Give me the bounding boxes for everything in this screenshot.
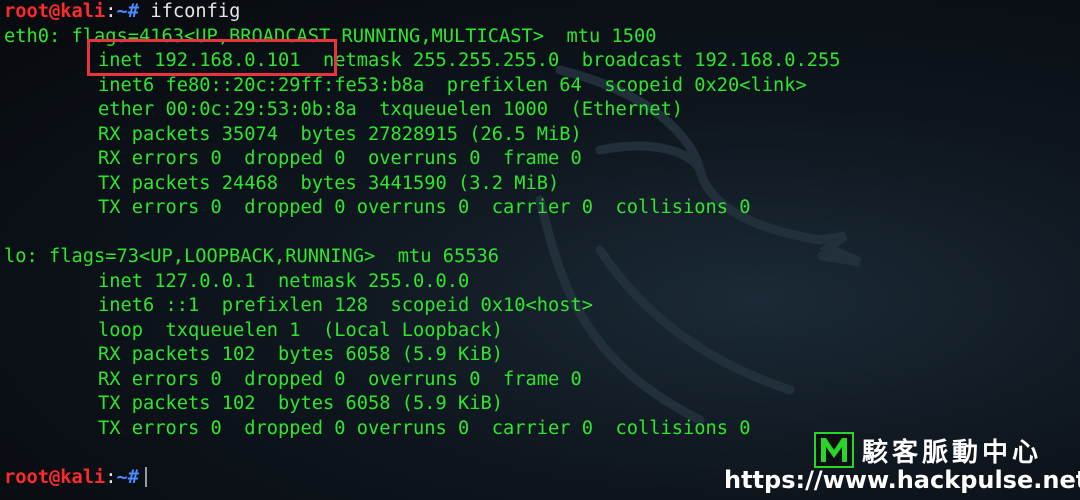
eth0-tx-errors-line: TX errors 0 dropped 0 overruns 0 carrier… xyxy=(98,197,751,218)
eth0-inet6-line: inet6 fe80::20c:29ff:fe53:b8a prefixlen … xyxy=(98,74,807,96)
lo-rx-errors-line: RX errors 0 dropped 0 overruns 0 frame 0 xyxy=(98,368,582,390)
lo-tx-packets-line: TX packets 102 bytes 6058 (5.9 KiB) xyxy=(98,393,504,414)
lo-loop-line: loop txqueuelen 1 (Local Loopback) xyxy=(98,319,504,341)
eth0-ether-line: ether 00:0c:29:53:0b:8a txqueuelen 1000 … xyxy=(98,99,684,120)
lo-header: lo: flags=73<UP,LOOPBACK,RUNNING> mtu 65… xyxy=(4,246,500,267)
eth0-rx-errors-line: RX errors 0 dropped 0 overruns 0 frame 0 xyxy=(98,148,582,169)
prompt-separator: : xyxy=(105,466,117,488)
text-cursor xyxy=(145,467,148,487)
prompt-separator: : xyxy=(105,1,117,22)
command-text: ifconfig xyxy=(150,1,241,22)
prompt-path: ~# xyxy=(116,1,140,22)
lo-tx-errors-line: TX errors 0 dropped 0 overruns 0 carrier… xyxy=(98,417,751,439)
prompt-user: root@kali xyxy=(4,466,106,488)
watermark-name: 駭客脈動中心 xyxy=(862,438,1043,468)
lo-inet6-line: inet6 ::1 prefixlen 128 scopeid 0x10<hos… xyxy=(98,295,594,316)
prompt-path: ~# xyxy=(116,466,140,488)
prompt-line: root@kali:~# ifconfig xyxy=(4,0,841,25)
inet-highlight-box xyxy=(87,39,337,76)
watermark-url: https://www.hackpulse.net xyxy=(724,466,1080,494)
eth0-tx-packets-line: TX packets 24468 bytes 3441590 (3.2 MiB) xyxy=(98,172,560,194)
watermark: 駭客脈動中心 https://www.hackpulse.net xyxy=(724,428,1080,500)
eth0-rx-packets-line: RX packets 35074 bytes 27828915 (26.5 Mi… xyxy=(98,123,582,145)
prompt-user: root@kali xyxy=(4,1,106,22)
prompt-line-current[interactable]: root@kali:~# xyxy=(4,466,841,491)
lo-rx-packets-line: RX packets 102 bytes 6058 (5.9 KiB) xyxy=(98,344,504,365)
hackpulse-logo-icon xyxy=(814,432,854,468)
terminal-window[interactable]: root@kali:~# ifconfig eth0: flags=4163<U… xyxy=(0,0,1080,500)
lo-inet-line: inet 127.0.0.1 netmask 255.0.0.0 xyxy=(98,270,470,292)
